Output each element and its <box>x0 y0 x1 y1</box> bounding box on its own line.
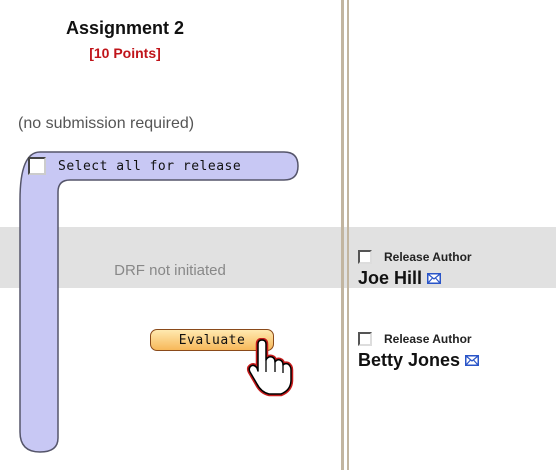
column-divider-left[interactable] <box>341 0 344 470</box>
release-author-control[interactable]: Release Author <box>358 250 472 264</box>
hand-pointer-cursor-icon <box>246 338 294 397</box>
release-author-checkbox[interactable] <box>358 332 372 346</box>
drf-status-text: DRF not initiated <box>114 262 226 279</box>
select-all-control[interactable]: Select all for release <box>20 152 296 180</box>
mail-icon[interactable] <box>465 355 480 366</box>
select-release-panel <box>19 151 299 453</box>
assignment-points: [10 Points] <box>89 45 161 61</box>
release-author-control[interactable]: Release Author <box>358 332 479 346</box>
select-all-checkbox[interactable] <box>28 157 46 175</box>
student-name: Betty Jones <box>358 350 461 370</box>
assignment-title: Assignment 2 <box>65 18 185 38</box>
student-name: Joe Hill <box>358 268 423 288</box>
release-author-checkbox[interactable] <box>358 250 372 264</box>
student-entry-betty-jones: Release Author Betty Jones <box>358 332 480 371</box>
student-entry-joe-hill: Release Author Joe Hill <box>358 250 472 289</box>
no-submission-note: (no submission required) <box>18 115 195 132</box>
release-author-label: Release Author <box>384 332 472 346</box>
mail-icon[interactable] <box>427 273 442 284</box>
column-divider-right[interactable] <box>347 0 349 470</box>
release-author-label: Release Author <box>384 250 472 264</box>
select-all-label: Select all for release <box>58 158 242 174</box>
